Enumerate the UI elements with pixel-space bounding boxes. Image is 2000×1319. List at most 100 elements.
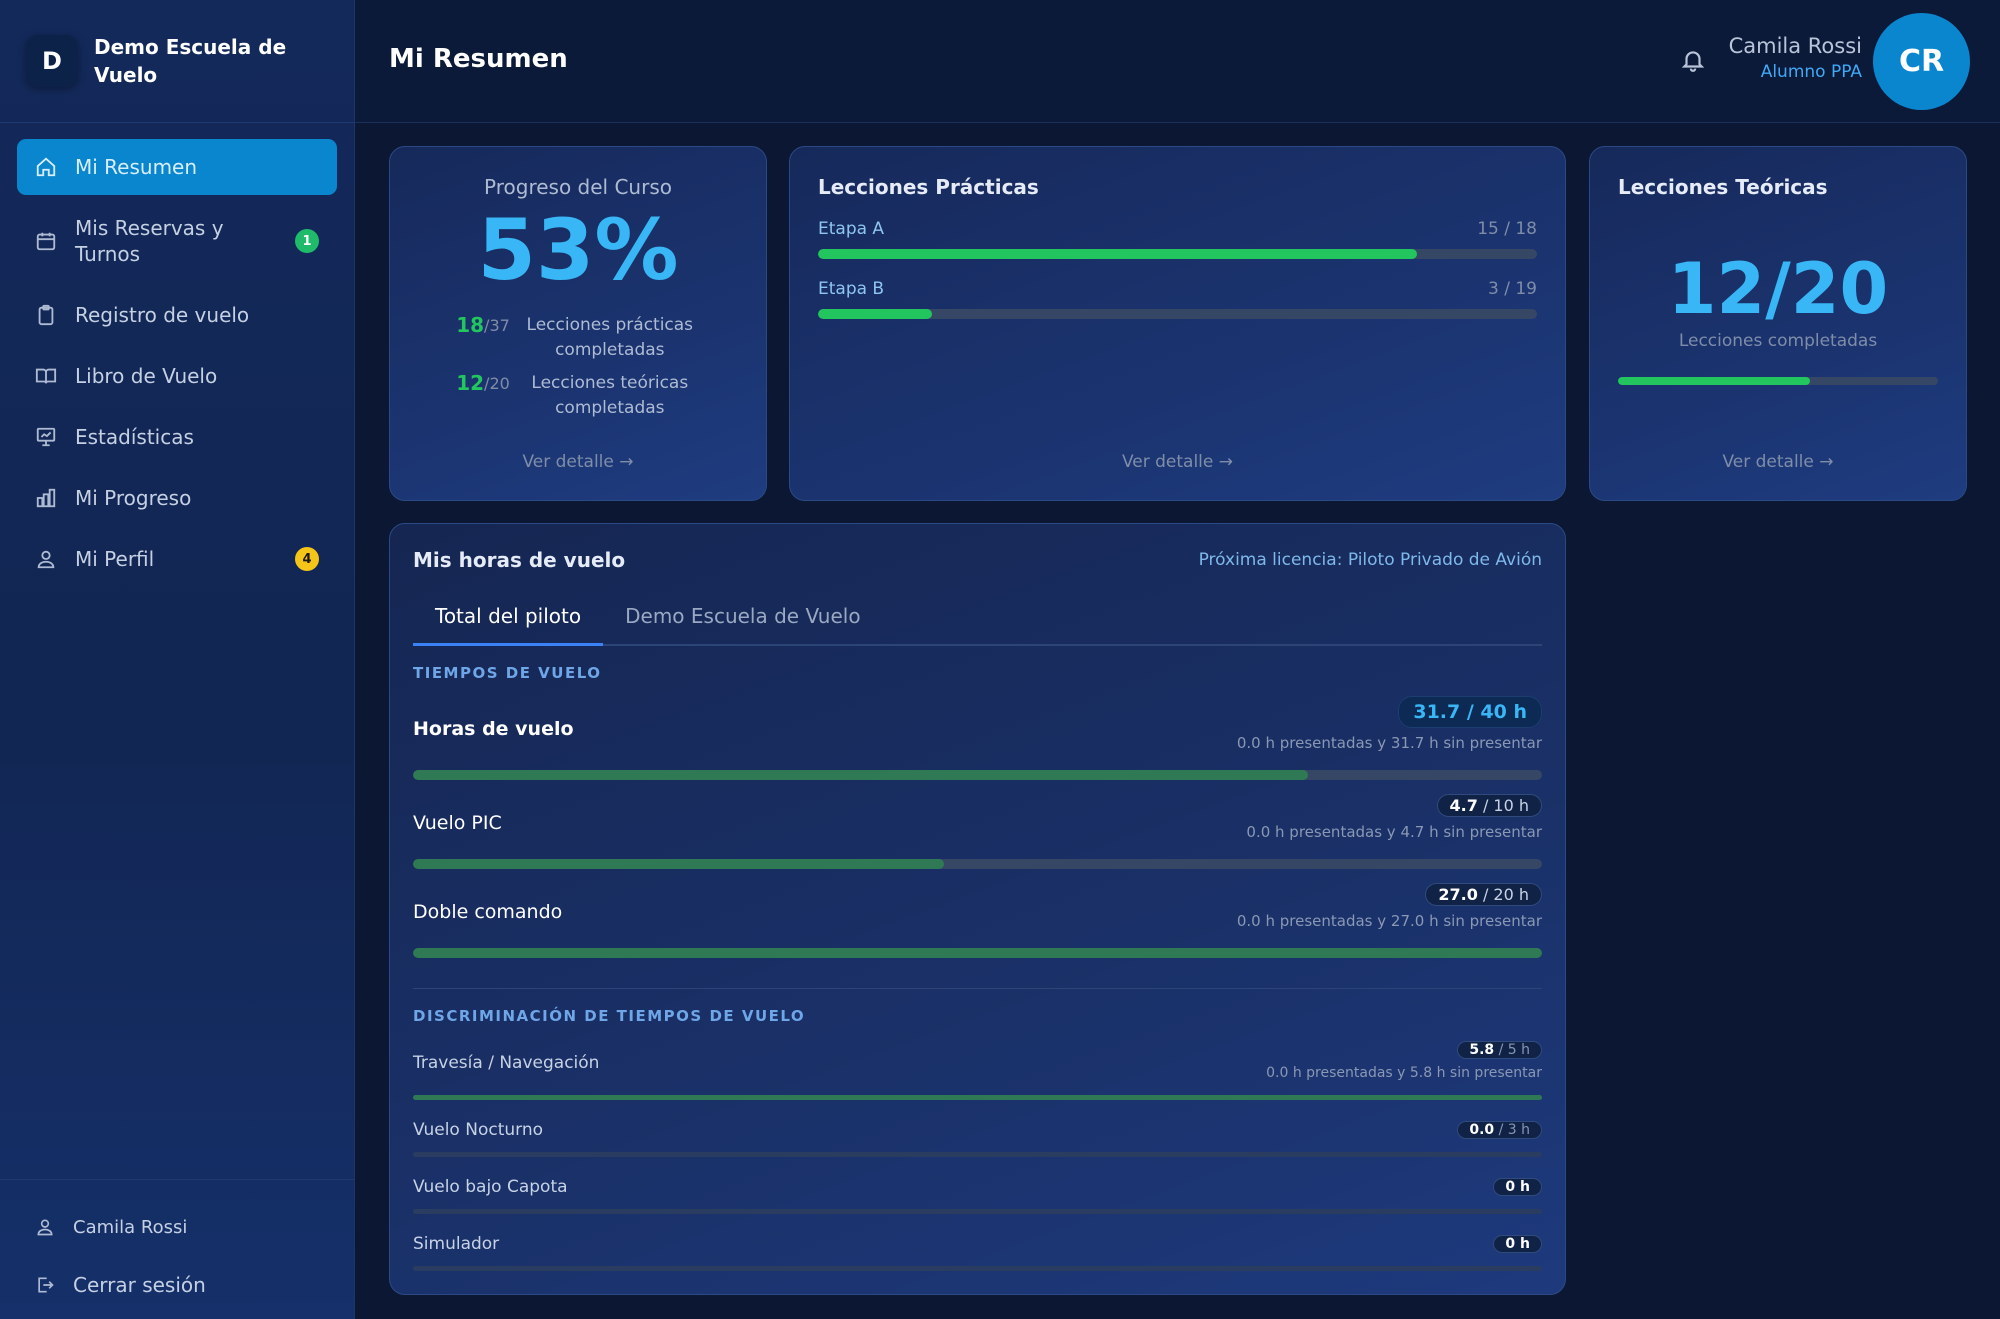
hours-row-name: Horas de vuelo: [413, 718, 574, 740]
hours-progress-fill: [413, 859, 944, 869]
detail-value: 0.0: [1469, 1122, 1495, 1138]
detail-row: Simulador 0 h: [413, 1234, 1542, 1271]
theory-subtitle: Lecciones completadas: [1678, 331, 1878, 351]
detail-progress-fill: [413, 1095, 1542, 1100]
practical-label: Lecciones prácticas completadas: [526, 315, 694, 360]
bell-icon[interactable]: [1680, 47, 1706, 73]
course-progress-card: Progreso del Curso 53% 18 /37 Lecciones …: [389, 146, 767, 501]
user-info[interactable]: Camila Rossi Alumno PPA: [1729, 34, 1862, 82]
page-title: Mi Resumen: [389, 44, 568, 74]
practical-detail-link[interactable]: Ver detalle →: [790, 452, 1565, 472]
hours-title: Mis horas de vuelo: [413, 548, 626, 572]
perfil-badge: 4: [295, 547, 319, 571]
theory-progress-bar: [1618, 377, 1938, 385]
sidebar-item-estadisticas[interactable]: Estadísticas: [17, 409, 337, 465]
hours-note: 0.0 h presentadas y 4.7 h sin presentar: [1246, 823, 1542, 841]
sidebar-nav: Mi Resumen Mis Reservas y Turnos 1 Regis…: [0, 123, 354, 608]
stage-name: Etapa B: [818, 279, 885, 299]
theory-lessons-card: Lecciones Teóricas 12/20 Lecciones compl…: [1589, 146, 1967, 501]
theory-value: 12/20: [1667, 248, 1889, 330]
hours-progress-bar: [413, 770, 1542, 780]
avatar[interactable]: CR: [1873, 13, 1970, 110]
sidebar-item-libro[interactable]: Libro de Vuelo: [17, 348, 337, 404]
section-label: TIEMPOS DE VUELO: [413, 664, 602, 682]
stage-count: 15 / 18: [1477, 219, 1537, 239]
logout-label: Cerrar sesión: [73, 1273, 206, 1297]
theory-summary: 12 /20 Lecciones teóricas completadas: [390, 371, 766, 421]
stage-row: Etapa B 3 / 19: [818, 279, 1537, 319]
detail-note: 0.0 h presentadas y 5.8 h sin presentar: [1266, 1065, 1542, 1081]
detail-row-name: Vuelo bajo Capota: [413, 1177, 568, 1197]
stage-progress-bar: [818, 249, 1537, 259]
hours-row: Horas de vuelo 31.7 / 40 h 0.0 h present…: [413, 696, 1542, 780]
stage-count: 3 / 19: [1488, 279, 1537, 299]
hours-value: 4.7: [1449, 796, 1478, 815]
stage-row: Etapa A 15 / 18: [818, 219, 1537, 259]
detail-row: Travesía / Navegación 5.8 / 5 h 0.0 h pr…: [413, 1039, 1542, 1100]
sidebar-item-reservas[interactable]: Mis Reservas y Turnos 1: [17, 201, 337, 281]
logout-icon: [38, 1277, 54, 1293]
progress-detail-link[interactable]: Ver detalle →: [390, 452, 766, 472]
sidebar-footer: Camila Rossi Cerrar sesión: [0, 1179, 354, 1319]
presentation-chart-icon: [36, 427, 56, 447]
sidebar-user[interactable]: Camila Rossi: [17, 1198, 337, 1256]
logout-button[interactable]: Cerrar sesión: [17, 1256, 337, 1314]
sidebar-item-mi-resumen[interactable]: Mi Resumen: [17, 139, 337, 195]
brand-name: Demo Escuela de Vuelo: [94, 35, 287, 87]
theory-progress-fill: [1618, 377, 1810, 385]
detail-value: 5.8: [1469, 1042, 1495, 1058]
detail-progress-bar: [413, 1266, 1542, 1271]
sidebar-item-label: Mi Progreso: [75, 486, 192, 510]
theory-done: 12: [456, 371, 485, 395]
sidebar-item-label: Mis Reservas y Turnos: [75, 216, 224, 266]
hours-progress-fill: [413, 770, 1308, 780]
hours-tabs: Total del piloto Demo Escuela de Vuelo: [413, 588, 1542, 646]
theory-card-title: Lecciones Teóricas: [1618, 175, 1828, 199]
user-icon: [37, 1219, 53, 1236]
calendar-icon: [36, 232, 56, 251]
sidebar-item-label: Estadísticas: [75, 425, 194, 449]
practical-lessons-card: Lecciones Prácticas Etapa A 15 / 18 Etap…: [789, 146, 1566, 501]
bar-chart-icon: [36, 488, 56, 508]
sidebar-item-progreso[interactable]: Mi Progreso: [17, 470, 337, 526]
detail-value-pill: 5.8 / 5 h: [1457, 1041, 1542, 1059]
tab-escuela[interactable]: Demo Escuela de Vuelo: [603, 588, 882, 644]
hours-row-name: Doble comando: [413, 901, 563, 923]
reservas-badge: 1: [295, 229, 319, 253]
detail-progress-bar: [413, 1095, 1542, 1100]
hours-total: / 10 h: [1482, 796, 1529, 815]
sidebar-item-registro[interactable]: Registro de vuelo: [17, 287, 337, 343]
hours-progress-bar: [413, 948, 1542, 958]
sidebar-item-label: Libro de Vuelo: [75, 364, 218, 388]
hours-row-name: Vuelo PIC: [413, 812, 502, 834]
sidebar-item-label: Mi Resumen: [75, 155, 198, 179]
detail-total: / 5 h: [1498, 1042, 1530, 1058]
progress-percent: 53%: [477, 201, 679, 299]
hours-value-pill: 31.7 / 40 h: [1398, 696, 1542, 728]
theory-label: Lecciones teóricas completadas: [531, 373, 689, 418]
top-header: Mi Resumen Camila Rossi Alumno PPA CR: [355, 0, 2000, 123]
section-divider: [413, 988, 1542, 989]
sidebar: D Demo Escuela de Vuelo Mi Resumen Mis R…: [0, 0, 355, 1319]
sidebar-user-name: Camila Rossi: [73, 1216, 188, 1238]
theory-total: /20: [484, 374, 510, 393]
stage-name: Etapa A: [818, 219, 885, 239]
detail-row-name: Travesía / Navegación: [413, 1053, 600, 1073]
hours-progress-bar: [413, 859, 1542, 869]
brand[interactable]: D Demo Escuela de Vuelo: [0, 0, 354, 123]
book-icon: [35, 368, 57, 384]
user-role: Alumno PPA: [1760, 62, 1862, 82]
sidebar-item-label: Mi Perfil: [75, 547, 155, 571]
hours-value-pill: 4.7 / 10 h: [1436, 794, 1542, 817]
user-name: Camila Rossi: [1728, 34, 1862, 58]
home-icon: [36, 157, 56, 177]
tab-total-piloto[interactable]: Total del piloto: [413, 588, 604, 646]
stage-progress-bar: [818, 309, 1537, 319]
hours-note: 0.0 h presentadas y 31.7 h sin presentar: [1236, 734, 1542, 752]
detail-value: 0 h: [1505, 1179, 1530, 1195]
detail-row: Vuelo Nocturno 0.0 / 3 h: [413, 1120, 1542, 1157]
stage-progress-fill: [818, 249, 1417, 259]
theory-detail-link[interactable]: Ver detalle →: [1590, 452, 1966, 472]
sidebar-item-perfil[interactable]: Mi Perfil 4: [17, 531, 337, 587]
brand-logo: D: [26, 35, 78, 87]
